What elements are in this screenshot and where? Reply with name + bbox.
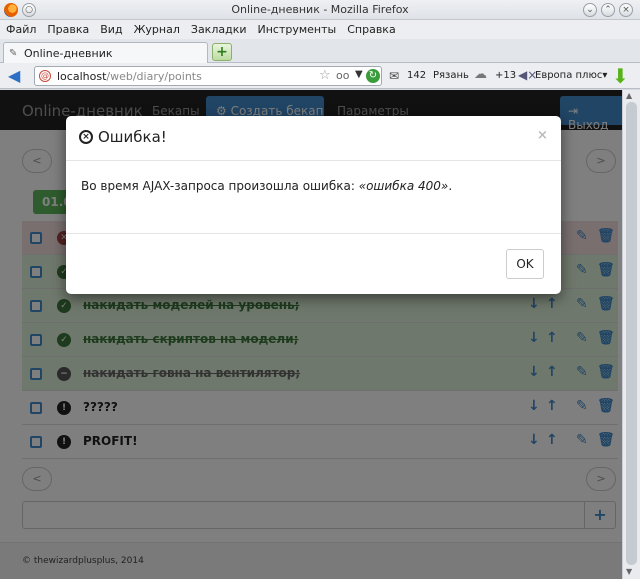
url-text[interactable]: localhost/web/diary/points [57, 70, 202, 83]
scroll-down-arrow-icon[interactable]: ▼ [626, 567, 632, 576]
url-bar[interactable]: @ localhost/web/diary/points ☆ oo ▼ ↻ [34, 66, 382, 86]
menu-edit[interactable]: Правка [41, 20, 94, 36]
modal-message: Во время AJAX-запроса произошла ошибка: … [81, 179, 452, 193]
menu-bookmarks[interactable]: Закладки [185, 20, 252, 36]
url-dropdown-icon[interactable]: ▼ [355, 69, 363, 80]
weather-temperature: +13 [495, 70, 517, 81]
tab-label: Online-дневник [24, 47, 113, 60]
web-page: Online-дневник Бекапы ⚙ Создать бекап Па… [0, 90, 622, 579]
menu-view[interactable]: Вид [94, 20, 127, 36]
tab-strip: ✎ Online-дневник + [0, 39, 640, 63]
menu-journal[interactable]: Журнал [128, 20, 185, 36]
close-window-button[interactable]: × [619, 3, 633, 17]
navigation-toolbar: ◀ @ localhost/web/diary/points ☆ oo ▼ ↻ … [0, 63, 640, 89]
radio-station[interactable]: Европа плюс▾ [535, 70, 607, 81]
menu-bar: Файл Правка Вид Журнал Закладки Инструменты Сп… [0, 20, 640, 39]
url-path: /web/diary/points [106, 70, 202, 83]
modal-message-prefix: Во время AJAX-запроса произошла ошибка: [81, 179, 359, 193]
error-circle-icon: × [79, 130, 93, 144]
window-titlebar: ○ Online-дневник - Mozilla Firefox ⌄ ⌃ × [0, 0, 640, 20]
modal-footer: OK [66, 233, 561, 294]
modal-message-suffix: . [448, 179, 453, 193]
window-title: Online-дневник - Mozilla Firefox [231, 3, 409, 16]
tab-favicon-icon: ✎ [9, 48, 18, 59]
mail-icon[interactable]: ✉ [389, 69, 399, 83]
mail-count: 142 [407, 70, 427, 81]
modal-title: Ошибка! [98, 128, 167, 146]
menu-help[interactable]: Справка [341, 20, 400, 36]
weather-city[interactable]: Рязань [433, 70, 469, 81]
weather-cloud-icon[interactable]: ☁ [474, 67, 487, 82]
reader-glasses-icon[interactable]: oo [336, 69, 349, 82]
maximize-button[interactable]: ⌃ [601, 3, 615, 17]
reload-icon[interactable]: ↻ [366, 69, 380, 83]
menu-file[interactable]: Файл [0, 20, 41, 36]
scrollbar-thumb[interactable] [626, 102, 637, 565]
url-host: localhost [57, 70, 107, 83]
minimize-button[interactable]: ⌄ [583, 3, 597, 17]
error-modal: × Ошибка! × Во время AJAX-запроса произо… [66, 116, 561, 294]
modal-close-button[interactable]: × [537, 128, 548, 143]
modal-header: × Ошибка! × [66, 116, 561, 161]
page-scrollbar[interactable]: ▲ ▼ [622, 90, 640, 579]
download-arrow-icon[interactable]: ⬇ [612, 64, 629, 88]
menu-tools[interactable]: Инструменты [252, 20, 342, 36]
ok-button[interactable]: OK [506, 249, 544, 279]
new-tab-button[interactable]: + [212, 43, 232, 61]
modal-message-detail: «ошибка 400» [358, 179, 449, 193]
tab-diary[interactable]: ✎ Online-дневник [3, 42, 208, 63]
back-arrow-icon[interactable]: ◀ [8, 67, 26, 85]
scroll-up-arrow-icon[interactable]: ▲ [626, 91, 632, 100]
bookmark-star-icon[interactable]: ☆ [319, 68, 331, 83]
site-identity-icon[interactable]: @ [39, 70, 51, 82]
